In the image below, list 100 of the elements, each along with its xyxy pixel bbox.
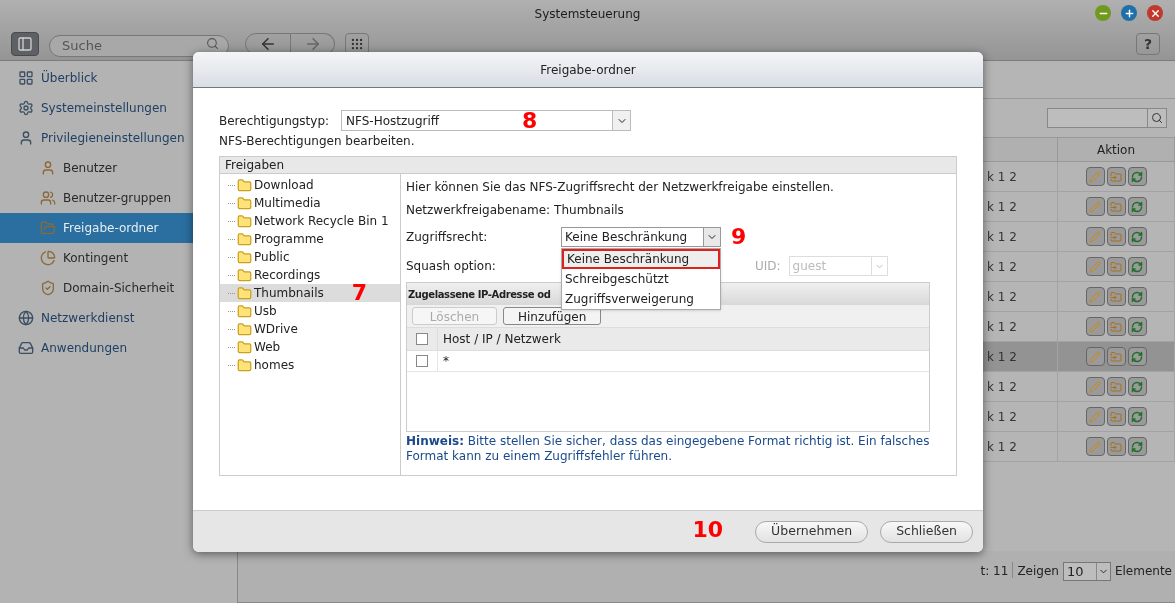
search-field[interactable]: Suche [49,34,229,57]
refresh-icon[interactable] [1127,317,1147,336]
folder-share-icon[interactable] [1106,287,1126,306]
callout-number: 10 [692,517,724,542]
refresh-icon[interactable] [1127,257,1147,276]
show-label: Zeigen [1017,563,1059,580]
table-cell-text: k 1 2 [987,288,1017,306]
help-button[interactable]: ? [1136,33,1160,55]
edit-pencil-icon[interactable] [1085,437,1105,456]
edit-pencil-icon[interactable] [1085,257,1105,276]
dropdown-option[interactable]: Zugriffsverweigerung [562,289,720,309]
refresh-icon[interactable] [1127,167,1147,186]
table-cell-text: k 1 2 [987,168,1017,186]
access-select[interactable]: Keine Beschränkung [561,227,721,247]
refresh-icon[interactable] [1127,437,1147,456]
refresh-icon[interactable] [1127,287,1147,306]
dialog-button[interactable]: Übernehmen [755,520,869,543]
maximize-button[interactable] [1121,5,1137,21]
folder-share-icon[interactable] [1106,197,1126,216]
tray-icon [18,340,34,356]
dialog-title: Freigabe-ordner [540,61,636,79]
edit-pencil-icon[interactable] [1085,377,1105,396]
refresh-icon[interactable] [1127,377,1147,396]
folder-share-icon[interactable] [1106,227,1126,246]
edit-pencil-icon[interactable] [1085,287,1105,306]
dropdown-option[interactable]: Keine Beschränkung [562,249,720,269]
permission-type-select[interactable]: NFS-Hostzugriff 8 [341,110,632,131]
folder-item[interactable]: Thumbnails 7 [220,284,400,302]
edit-pencil-icon[interactable] [1085,407,1105,426]
refresh-icon[interactable] [1127,227,1147,246]
edit-pencil-icon[interactable] [1085,347,1105,366]
edit-pencil-icon[interactable] [1085,317,1105,336]
table-cell-text: k 1 2 [987,198,1017,216]
field-label: Berechtigungstyp: [219,112,330,130]
globe-icon [18,310,34,326]
folder-share-icon[interactable] [1106,347,1126,366]
people-icon [40,190,56,206]
edit-pencil-icon[interactable] [1085,227,1105,246]
folder-share-icon[interactable] [1106,437,1126,456]
callout-number: 9 [731,223,747,249]
hint-text: Hinweis: Bitte stellen Sie sicher, dass das eingegebene Format richtig ist. Ein falsches Format kann zu einem Zugriffsfehler führen. [406,434,931,464]
total-count: t: 11 [980,563,1009,580]
pie-chart-icon [40,250,56,266]
sidebar-toggle-button[interactable] [11,32,39,56]
folder-icon [237,267,252,283]
folder-share-icon[interactable] [1106,317,1126,336]
folder-icon [237,285,252,301]
person-icon [40,160,56,176]
folder-icon [237,231,252,247]
grid-title: Zugelassene IP-Adresse od [408,287,551,302]
folder-icon [237,249,252,265]
sidebar-item[interactable]: Überblick [0,63,237,93]
table-cell-text: k 1 2 [987,318,1017,336]
folder-icon [40,220,56,236]
folder-share-icon[interactable] [1106,377,1126,396]
uid-label: UID: [755,258,781,275]
table-cell: * [437,351,449,371]
folder-icon [237,303,252,319]
share-name-value: Thumbnails [554,202,624,219]
table-cell-text: k 1 2 [987,258,1017,276]
search-icon [206,37,219,50]
gear-icon [18,100,34,116]
folder-icon [237,357,252,373]
folder-share-icon[interactable] [1106,257,1126,276]
refresh-icon[interactable] [1127,347,1147,366]
table-cell-text: k 1 2 [987,408,1017,426]
refresh-icon[interactable] [1127,407,1147,426]
edit-pencil-icon[interactable] [1085,197,1105,216]
person-icon [18,130,34,146]
refresh-icon[interactable] [1127,197,1147,216]
folder-icon [237,339,252,355]
folder-icon [237,195,252,211]
field-label: Squash option: [406,258,497,275]
subtitle: NFS-Berechtigungen bearbeiten. [219,133,416,150]
table-cell-text: k 1 2 [987,348,1017,366]
unit-label: Elemente [1114,563,1172,580]
grid-icon [18,70,34,86]
field-label: Zugriffsrecht: [406,229,489,246]
table-cell-text: k 1 2 [987,378,1017,396]
intro-text: Hier können Sie das NFS-Zugriffsrecht der Netzwerkfreigabe einstellen. [406,179,835,196]
folder-share-icon[interactable] [1106,167,1126,186]
table-search-field[interactable] [1047,108,1167,128]
panel-title: Freigaben [225,157,284,174]
plus-icon [1123,7,1135,19]
field-label: Netzwerkfreigabename: [406,202,551,219]
folder-icon [237,321,252,337]
edit-pencil-icon[interactable] [1085,167,1105,186]
close-icon [1149,7,1161,19]
page-size-select[interactable]: 10 [1062,562,1111,581]
close-button[interactable] [1147,5,1163,21]
checkbox[interactable] [416,355,428,367]
dropdown-option[interactable]: Schreibgeschützt [562,269,720,289]
callout-number: 8 [522,109,538,132]
checkbox[interactable] [416,333,428,345]
minimize-button[interactable] [1095,5,1111,21]
grid-button[interactable]: Hinzufügen [503,307,602,325]
column-header[interactable]: Aktion [1057,138,1175,161]
dialog-button[interactable]: Schließen [880,520,973,543]
sidebar-panel-icon [17,36,33,52]
folder-share-icon[interactable] [1106,407,1126,426]
